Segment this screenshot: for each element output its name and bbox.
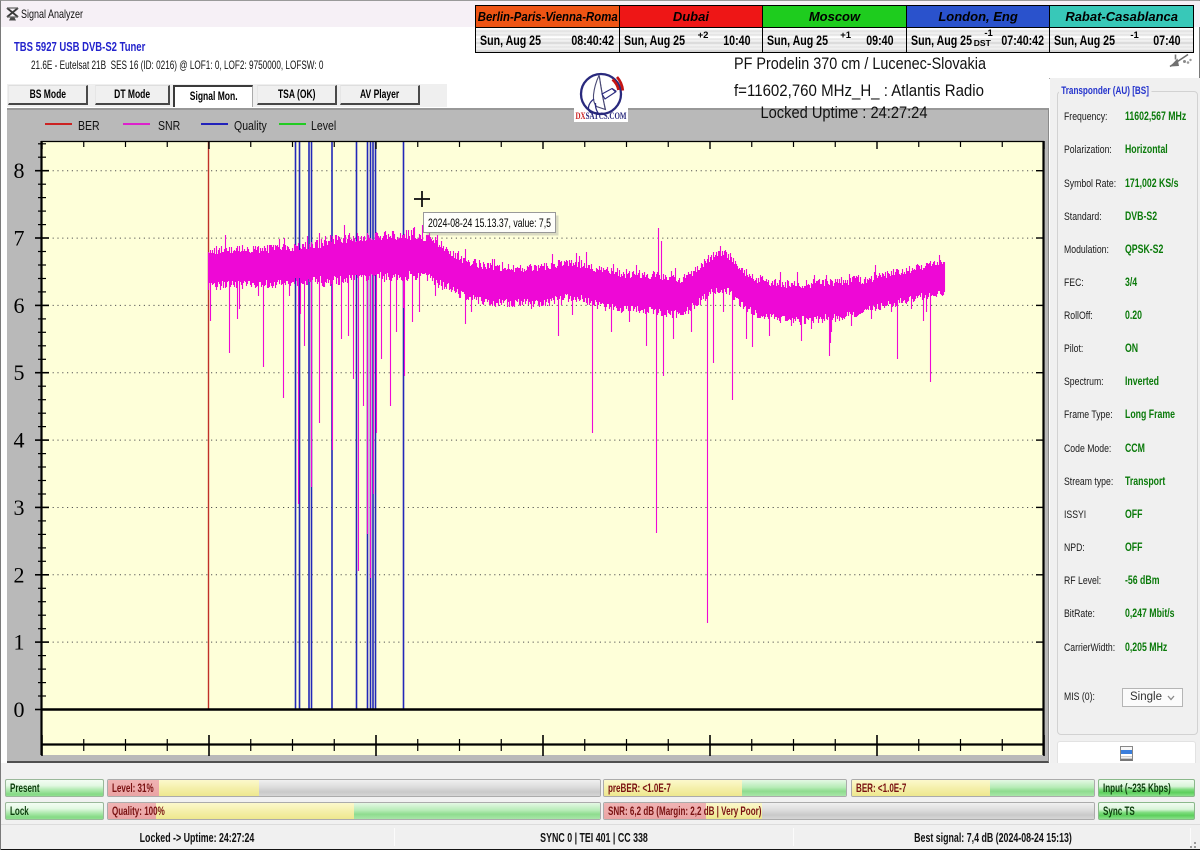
svg-text:5: 5 (14, 360, 25, 385)
svg-text:4: 4 (14, 428, 25, 453)
svg-text:0: 0 (14, 697, 25, 722)
svg-text:6: 6 (14, 293, 25, 318)
svg-text:2024-08-24 15.13.37, value: 7,: 2024-08-24 15.13.37, value: 7,5 (428, 216, 551, 230)
svg-text:3: 3 (14, 495, 25, 520)
svg-text:2: 2 (14, 562, 25, 587)
svg-text:1: 1 (14, 630, 25, 655)
svg-text:7: 7 (14, 226, 25, 251)
svg-text:DXSATCS.COM: DXSATCS.COM (576, 111, 627, 121)
svg-text:8: 8 (14, 158, 25, 183)
